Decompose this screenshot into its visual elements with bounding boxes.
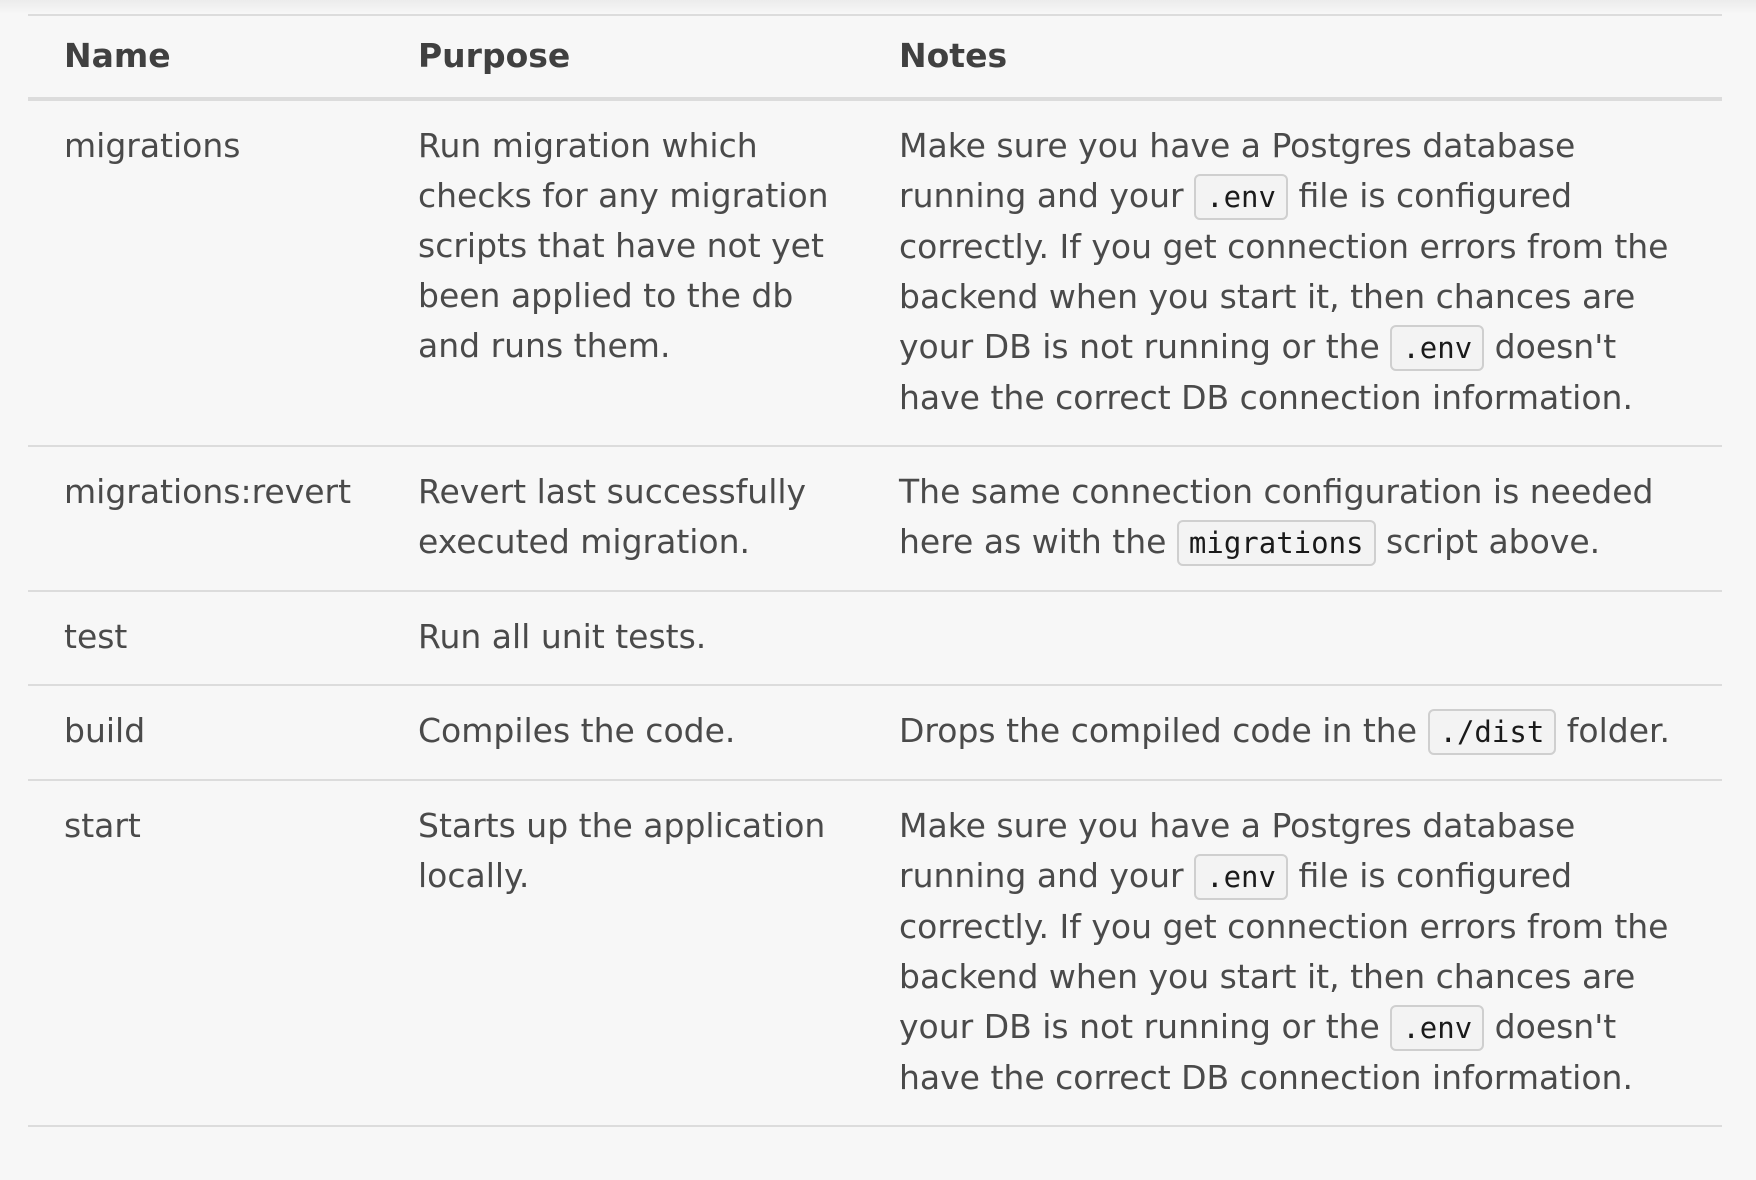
table-row: start Starts up the application locally.…	[28, 780, 1722, 1127]
scripts-table-container: Name Purpose Notes migrations Run migrat…	[28, 14, 1722, 1127]
header-row: Name Purpose Notes	[28, 14, 1722, 101]
table-row: test Run all unit tests.	[28, 591, 1722, 686]
cell-purpose: Starts up the application locally.	[382, 780, 863, 1127]
cell-notes: Make sure you have a Postgres database r…	[863, 780, 1722, 1127]
inline-code: .env	[1194, 174, 1288, 220]
table-header: Name Purpose Notes	[28, 14, 1722, 101]
inline-code: .env	[1390, 1005, 1485, 1051]
top-shadow	[0, 0, 1756, 14]
inline-code: ./dist	[1427, 709, 1557, 755]
cell-name: test	[28, 591, 382, 686]
cell-purpose: Revert last successfully executed migrat…	[382, 446, 863, 592]
cell-notes	[863, 591, 1722, 686]
notes-text: folder.	[1556, 711, 1671, 750]
cell-purpose: Run all unit tests.	[382, 591, 863, 686]
table-row: migrations Run migration which checks fo…	[28, 99, 1722, 447]
header-purpose: Purpose	[382, 14, 863, 101]
cell-purpose: Compiles the code.	[382, 685, 863, 781]
cell-notes: The same connection configuration is nee…	[863, 446, 1722, 592]
inline-code: .env	[1194, 854, 1288, 900]
cell-notes: Drops the compiled code in the ./dist fo…	[863, 685, 1722, 781]
notes-text: script above.	[1375, 522, 1601, 561]
header-name: Name	[28, 14, 382, 101]
scripts-table: Name Purpose Notes migrations Run migrat…	[28, 14, 1722, 1127]
table-body: migrations Run migration which checks fo…	[28, 99, 1722, 1127]
table-row: build Compiles the code. Drops the compi…	[28, 685, 1722, 781]
cell-name: start	[28, 780, 382, 1127]
table-row: migrations:revert Revert last successful…	[28, 446, 1722, 592]
inline-code: .env	[1390, 325, 1485, 371]
cell-name: build	[28, 685, 382, 781]
cell-purpose: Run migration which checks for any migra…	[382, 99, 863, 447]
cell-name: migrations	[28, 99, 382, 447]
header-notes: Notes	[863, 14, 1722, 101]
cell-name: migrations:revert	[28, 446, 382, 592]
cell-notes: Make sure you have a Postgres database r…	[863, 99, 1722, 447]
notes-text: Drops the compiled code in the	[899, 711, 1428, 750]
inline-code: migrations	[1176, 520, 1376, 566]
